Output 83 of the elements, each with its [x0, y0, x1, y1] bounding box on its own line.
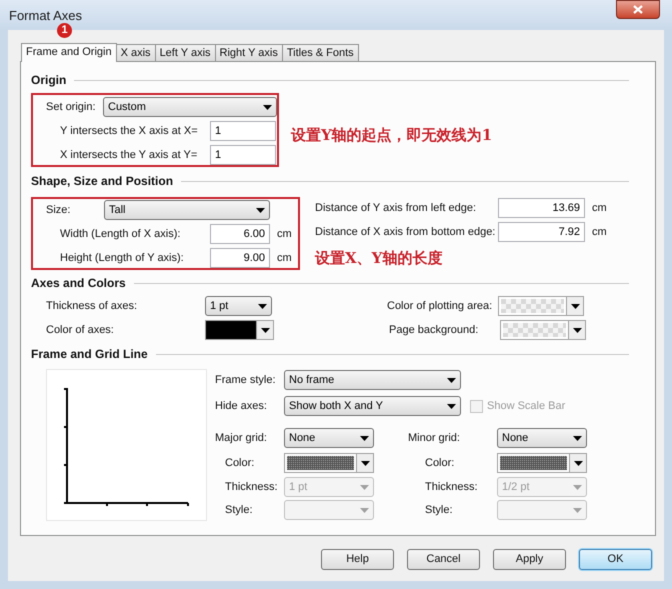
- hatched-swatch: [500, 456, 567, 470]
- dropdown-arrow-icon: [447, 404, 456, 408]
- input-field[interactable]: 9.00: [210, 248, 270, 268]
- tab[interactable]: Titles & Fonts: [282, 44, 359, 61]
- dropdown-arrow-icon: [570, 304, 580, 308]
- dropdown[interactable]: None: [284, 428, 374, 448]
- color-dropdown[interactable]: [497, 453, 587, 473]
- input-field[interactable]: 6.00: [210, 224, 270, 244]
- hatched-swatch: [287, 456, 354, 470]
- section-heading: Shape, Size and Position: [31, 173, 174, 190]
- checker-swatch: [503, 323, 566, 337]
- dialog-button[interactable]: Cancel: [407, 549, 480, 570]
- dropdown-arrow-icon: [263, 104, 272, 110]
- field-label: Set origin:: [46, 100, 97, 115]
- dropdown-arrow-icon: [360, 460, 370, 466]
- unit-label: cm: [277, 250, 292, 266]
- tab[interactable]: Left Y axis: [154, 44, 216, 61]
- tab[interactable]: Right Y axis: [214, 44, 283, 61]
- field-label: Size:: [46, 202, 72, 218]
- close-icon: [633, 5, 643, 14]
- field-label: Color of axes:: [46, 322, 115, 338]
- field-label: X intersects the Y axis at Y=: [60, 148, 198, 163]
- tab[interactable]: X axis: [116, 44, 156, 61]
- dropdown-arrow-icon: [573, 484, 582, 490]
- annotation-note: 设置X、Y轴的长度: [315, 248, 444, 269]
- unit-label: cm: [592, 200, 607, 216]
- close-button[interactable]: [616, 0, 660, 19]
- unit-label: cm: [592, 224, 607, 240]
- field-label: Page background:: [389, 322, 480, 338]
- section-heading: Origin: [31, 72, 66, 89]
- dropdown-arrow-icon: [447, 378, 456, 382]
- input-field[interactable]: 7.92: [498, 222, 585, 242]
- dropdown-arrow-icon: [572, 328, 582, 332]
- color-dropdown[interactable]: [500, 320, 586, 340]
- checkbox-label: Show Scale Bar: [487, 398, 566, 414]
- field-label: Frame style:: [215, 372, 277, 388]
- section-heading: Frame and Grid Line: [31, 346, 148, 363]
- field-label: Color:: [425, 456, 456, 471]
- window-title: Format Axes: [9, 7, 82, 25]
- dropdown-arrow-icon: [360, 508, 369, 512]
- dropdown[interactable]: 1 pt: [205, 296, 272, 316]
- input-field[interactable]: 1: [210, 121, 276, 141]
- color-dropdown[interactable]: [284, 453, 374, 473]
- dropdown-arrow-icon: [360, 484, 369, 490]
- input-field[interactable]: 1: [210, 145, 276, 165]
- field-label: Thickness:: [425, 480, 479, 495]
- field-label: Width (Length of X axis):: [60, 226, 182, 242]
- field-label: Style:: [225, 502, 254, 518]
- annotation-note: 设置Y轴的起点，即无效线为1: [291, 125, 492, 146]
- dialog-button[interactable]: OK: [579, 549, 652, 570]
- dropdown-arrow-icon: [258, 304, 267, 308]
- field-label: Thickness of axes:: [46, 298, 138, 314]
- dropdown-arrow-icon: [256, 208, 265, 212]
- color-dropdown[interactable]: [498, 296, 584, 316]
- dialog-button[interactable]: Apply: [493, 549, 566, 570]
- dropdown[interactable]: No frame: [284, 370, 461, 390]
- field-label: Y intersects the X axis at X=: [60, 124, 199, 139]
- unit-label: cm: [277, 226, 292, 242]
- input-field[interactable]: 13.69: [498, 198, 585, 218]
- dropdown[interactable]: Custom: [103, 97, 277, 117]
- dropdown-arrow-icon: [573, 436, 582, 440]
- dropdown-arrow-icon: [360, 436, 369, 440]
- field-label: Color of plotting area:: [387, 298, 494, 314]
- dropdown[interactable]: Show both X and Y: [284, 396, 461, 416]
- field-label: Style:: [425, 502, 454, 518]
- section-heading: Axes and Colors: [31, 275, 126, 292]
- field-label: Minor grid:: [408, 430, 461, 446]
- field-label: Color:: [225, 456, 256, 471]
- color-dropdown[interactable]: [205, 320, 274, 340]
- dialog-button[interactable]: Help: [321, 549, 394, 570]
- field-label: Major grid:: [215, 430, 268, 446]
- dropdown-arrow-icon: [574, 460, 582, 466]
- field-label: Thickness:: [225, 480, 279, 495]
- dropdown[interactable]: Tall: [104, 200, 270, 220]
- dropdown-arrow-icon: [573, 508, 582, 512]
- checker-swatch: [501, 299, 564, 313]
- field-label: Height (Length of Y axis):: [60, 250, 185, 266]
- dropdown[interactable]: None: [497, 428, 587, 448]
- field-label: Hide axes:: [215, 398, 268, 414]
- field-label: Distance of X axis from bottom edge:: [315, 224, 496, 240]
- dropdown-arrow-icon: [260, 328, 270, 332]
- field-label: Distance of Y axis from left edge:: [315, 200, 478, 216]
- tab[interactable]: Frame and Origin: [21, 43, 117, 62]
